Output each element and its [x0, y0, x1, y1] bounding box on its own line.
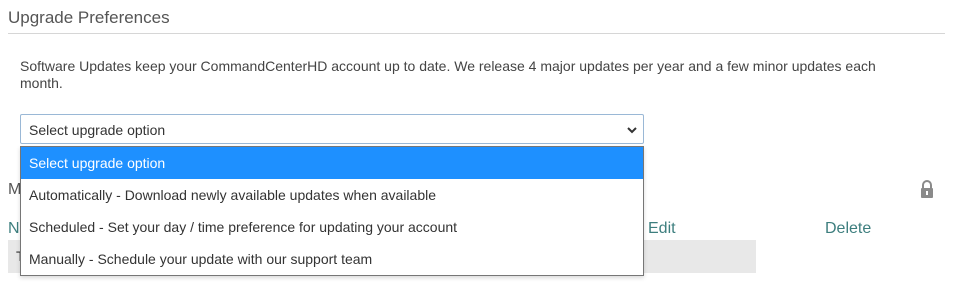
chevron-down-icon [627, 127, 637, 134]
option-select-upgrade[interactable]: Select upgrade option [21, 147, 643, 179]
edit-link[interactable]: Edit [648, 220, 676, 238]
option-manually[interactable]: Manually - Schedule your update with our… [21, 243, 643, 275]
delete-link[interactable]: Delete [825, 220, 871, 238]
option-automatically[interactable]: Automatically - Download newly available… [21, 179, 643, 211]
upgrade-option-select[interactable]: Select upgrade option [20, 114, 644, 144]
column-header-name: N [8, 220, 20, 237]
lock-icon [921, 180, 933, 198]
upgrade-select-value: Select upgrade option [29, 122, 166, 138]
upgrade-options-list: Select upgrade option Automatically - Do… [20, 146, 644, 276]
option-scheduled[interactable]: Scheduled - Set your day / time preferen… [21, 211, 643, 243]
section-description: Software Updates keep your CommandCenter… [20, 58, 876, 91]
section-title: Upgrade Preferences [8, 8, 170, 27]
title-divider [8, 33, 945, 34]
